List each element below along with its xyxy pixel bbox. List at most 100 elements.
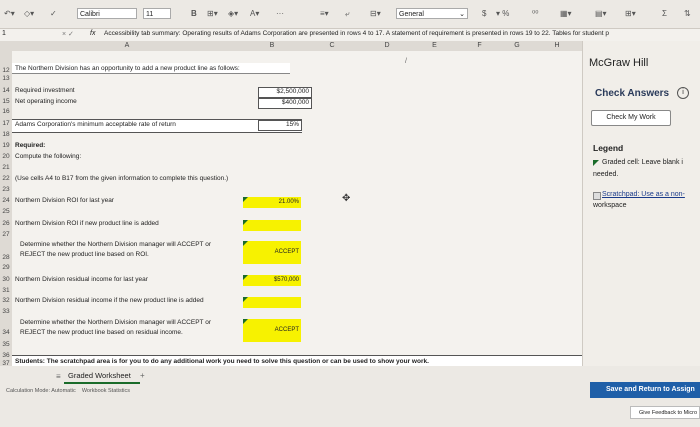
row-header[interactable]: 29	[0, 264, 12, 271]
column-header-f[interactable]: F	[457, 41, 502, 51]
save-return-button[interactable]: Save and Return to Assign	[590, 382, 700, 398]
column-header-e[interactable]: E	[412, 41, 457, 51]
column-header-a[interactable]: A	[12, 41, 242, 51]
row-header[interactable]: 26	[0, 220, 12, 227]
row-header[interactable]: 32	[0, 297, 12, 304]
bold-button[interactable]: B	[191, 7, 197, 20]
legend-title: Legend	[593, 143, 624, 153]
row-header[interactable]: 28	[0, 254, 12, 261]
borders-icon[interactable]: ⊞▾	[207, 7, 218, 20]
graded-cell-b28[interactable]: ACCEPT	[243, 241, 301, 264]
cell-b24-value: 21.00%	[278, 199, 299, 205]
font-name-select[interactable]: Calibri	[77, 8, 137, 19]
format-painter-icon[interactable]: ✓	[50, 7, 57, 20]
row-header[interactable]: 36	[0, 352, 12, 359]
row-header[interactable]: 13	[0, 75, 12, 82]
cell-a30[interactable]: Northern Division residual income for la…	[15, 276, 148, 283]
sheet-tab-graded-worksheet[interactable]: Graded Worksheet	[64, 370, 140, 384]
worksheet-grid[interactable]: The Northern Division has an opportunity…	[12, 51, 582, 367]
row-header[interactable]: 31	[0, 287, 12, 294]
row-header[interactable]: 20	[0, 153, 12, 160]
column-header-d[interactable]: D	[362, 41, 412, 51]
cell-a38[interactable]: Students: The scratchpad area is for you…	[15, 358, 429, 365]
feedback-button[interactable]: Give Feedback to Micro	[630, 406, 700, 419]
styles-icon[interactable]: ▤▾	[595, 7, 607, 20]
insert-icon[interactable]: ⊞▾	[625, 7, 636, 20]
graded-cell-b24[interactable]: 21.00%	[243, 197, 301, 208]
row-header[interactable]: 12	[0, 67, 12, 74]
info-icon[interactable]: i	[677, 87, 689, 99]
row-header[interactable]: 18	[0, 131, 12, 138]
conditional-format-icon[interactable]: ▦▾	[560, 7, 572, 20]
row-header[interactable]: 35	[0, 341, 12, 348]
cell-a20[interactable]: Compute the following:	[15, 153, 81, 160]
percent-icon[interactable]: ▾ %	[496, 7, 509, 20]
cell-b17[interactable]: 15%	[258, 120, 302, 131]
save-return-label: Save and Return to Assign	[606, 386, 695, 393]
cell-b28-value: ACCEPT	[274, 249, 299, 255]
add-sheet-button[interactable]: +	[140, 371, 145, 380]
cancel-icon[interactable]: × ✓	[62, 30, 74, 38]
row-header[interactable]: 22	[0, 175, 12, 182]
row-header[interactable]: 34	[0, 329, 12, 336]
row-header[interactable]: 15	[0, 98, 12, 105]
row-header[interactable]: 17	[0, 120, 12, 127]
row-header[interactable]: 27	[0, 231, 12, 238]
row-header[interactable]: 19	[0, 142, 12, 149]
row-header[interactable]: 30	[0, 276, 12, 283]
graded-cell-b32[interactable]	[243, 297, 301, 308]
fill-color-icon[interactable]: ◈▾	[228, 7, 238, 20]
graded-cell-b30[interactable]: $570,000	[243, 275, 301, 286]
cell-a28-line2[interactable]: REJECT the new product line based on ROI…	[20, 251, 149, 258]
cell-b30-value: $570,000	[273, 277, 299, 283]
formula-content[interactable]: Accessibility tab summary: Operating res…	[104, 30, 609, 37]
cell-a34-line2[interactable]: REJECT the new product line based on res…	[20, 329, 183, 336]
merge-icon[interactable]: ⊟▾	[370, 7, 381, 20]
cell-a28-line1[interactable]: Determine whether the Northern Division …	[20, 241, 211, 248]
number-format-select[interactable]: General ⌄	[396, 8, 468, 19]
cell-a32[interactable]: Northern Division residual income if the…	[15, 297, 204, 304]
row-header[interactable]: 33	[0, 308, 12, 315]
sort-icon[interactable]: ⇅	[684, 7, 691, 20]
column-header-h[interactable]: H	[532, 41, 582, 51]
undo-icon[interactable]: ↶▾	[4, 7, 15, 20]
cell-a26[interactable]: Northern Division ROI if new product lin…	[15, 220, 159, 227]
graded-cell-b26[interactable]	[243, 220, 301, 231]
row-header[interactable]: 24	[0, 197, 12, 204]
font-size-select[interactable]: 11	[143, 8, 171, 19]
sum-button[interactable]: Σ	[662, 7, 667, 20]
status-bar-text: Calculation Mode: Automatic Workbook Sta…	[6, 388, 131, 394]
column-headers: A B C D E F G H	[0, 41, 582, 51]
check-my-work-button[interactable]: Check My Work	[591, 110, 671, 126]
row-header[interactable]: 14	[0, 87, 12, 94]
row-header[interactable]: 21	[0, 164, 12, 171]
decimal-icon[interactable]: ⁰⁰	[532, 7, 538, 20]
cell-a24[interactable]: Northern Division ROI for last year	[15, 197, 114, 204]
row-header[interactable]: 16	[0, 108, 12, 115]
cell-a19[interactable]: Required:	[15, 142, 45, 149]
graded-flag-icon	[593, 160, 599, 166]
font-color-icon[interactable]: A▾	[250, 7, 259, 20]
cell-a34-line1[interactable]: Determine whether the Northern Division …	[20, 319, 211, 326]
column-header-g[interactable]: G	[502, 41, 532, 51]
column-header-c[interactable]: C	[302, 41, 362, 51]
cell-a22[interactable]: (Use cells A4 to B17 from the given info…	[15, 175, 228, 182]
sheet-menu-icon[interactable]: ≡	[56, 372, 61, 381]
column-header-b[interactable]: B	[242, 41, 302, 51]
text-cursor-icon: /	[405, 58, 407, 65]
cell-a14[interactable]: Required investment	[15, 87, 75, 94]
cell-a15[interactable]: Net operating income	[15, 98, 77, 105]
wrap-icon[interactable]: ⤶	[345, 7, 349, 20]
cell-a12[interactable]: The Northern Division has an opportunity…	[15, 65, 240, 72]
clear-icon[interactable]: ◇▾	[24, 7, 34, 20]
cell-b14[interactable]: $2,500,000	[258, 87, 312, 98]
cell-reference[interactable]: 1	[2, 30, 6, 37]
row-header[interactable]: 23	[0, 186, 12, 193]
cell-a17[interactable]: Adams Corporation's minimum acceptable r…	[15, 121, 176, 128]
row-header[interactable]: 25	[0, 208, 12, 215]
more-options-button[interactable]: ···	[276, 7, 284, 20]
currency-button[interactable]: $	[482, 7, 486, 20]
graded-cell-b34[interactable]: ACCEPT	[243, 319, 301, 342]
align-icon[interactable]: ≡▾	[320, 7, 329, 20]
cell-b15[interactable]: $400,000	[258, 98, 312, 109]
